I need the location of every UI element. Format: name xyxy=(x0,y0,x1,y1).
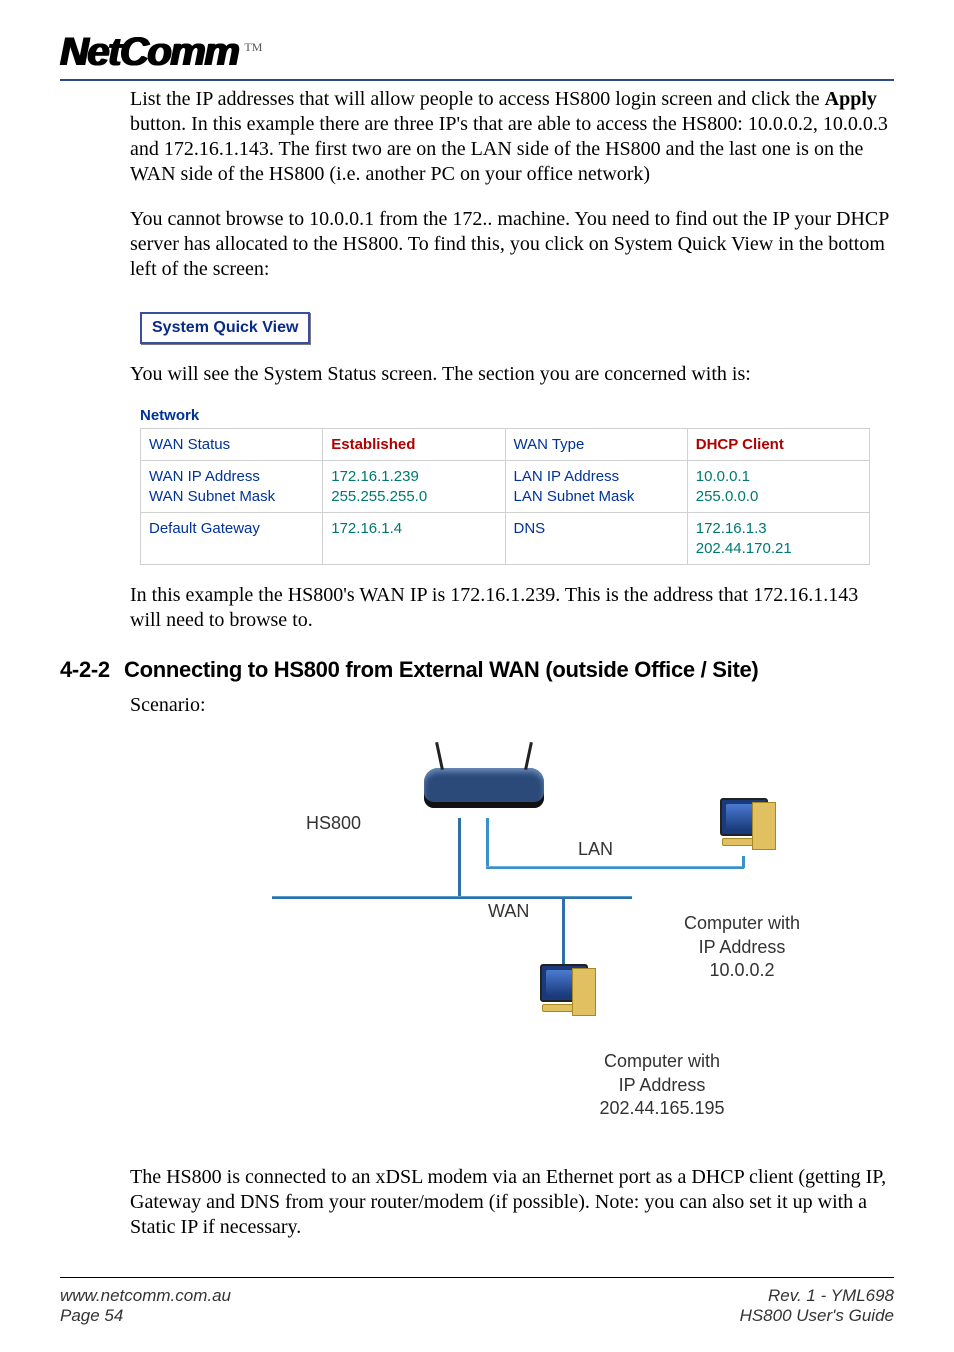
p1-part-b: button. In this example there are three … xyxy=(130,113,888,185)
lan-line-h xyxy=(486,866,744,869)
wan-type-label: WAN Type xyxy=(505,428,687,461)
lan-label: LAN xyxy=(578,838,613,861)
footer-rev: Rev. 1 - YML698 xyxy=(740,1286,894,1306)
router-icon xyxy=(424,768,544,828)
wan-line-v1 xyxy=(458,818,461,898)
brand-logo: NetComm TM xyxy=(60,30,894,75)
paragraph-2: You cannot browse to 10.0.0.1 from the 1… xyxy=(130,207,894,282)
logo-text: NetComm xyxy=(60,30,238,75)
section-number: 4-2-2 xyxy=(60,657,124,683)
computer-icon xyxy=(532,964,592,1012)
network-diagram: HS800 LAN WAN Computer with IP Address xyxy=(130,738,894,1145)
section-title: Connecting to HS800 from External WAN (o… xyxy=(124,657,758,682)
footer-url: www.netcomm.com.au xyxy=(60,1286,231,1306)
paragraph-6: The HS800 is connected to an xDSL modem … xyxy=(130,1165,894,1240)
footer-page: Page 54 xyxy=(60,1306,231,1326)
footer-rule xyxy=(60,1277,894,1278)
p1-part-a: List the IP addresses that will allow pe… xyxy=(130,88,825,110)
table-row: Default Gateway 172.16.1.4 DNS 172.16.1.… xyxy=(141,513,870,565)
computer-top-label: Computer with IP Address 10.0.0.2 xyxy=(652,912,832,982)
lan-ip-values: 10.0.0.1 255.0.0.0 xyxy=(687,461,869,513)
wan-line-h xyxy=(272,896,632,899)
gateway-label: Default Gateway xyxy=(141,513,323,565)
wan-status-label: WAN Status xyxy=(141,428,323,461)
header-rule xyxy=(60,79,894,81)
page-footer: www.netcomm.com.au Page 54 Rev. 1 - YML6… xyxy=(60,1286,894,1326)
table-row: WAN Status Established WAN Type DHCP Cli… xyxy=(141,428,870,461)
wan-line-v2 xyxy=(562,899,565,973)
logo-tm: TM xyxy=(244,40,262,55)
network-title: Network xyxy=(140,407,870,426)
wan-status-value: Established xyxy=(323,428,505,461)
dns-values: 172.16.1.3 202.44.170.21 xyxy=(687,513,869,565)
wan-type-value: DHCP Client xyxy=(687,428,869,461)
lan-line-v xyxy=(486,818,489,868)
wan-ip-labels: WAN IP Address WAN Subnet Mask xyxy=(141,461,323,513)
lan-line-pc xyxy=(742,856,745,868)
paragraph-3: You will see the System Status screen. T… xyxy=(130,362,894,387)
network-table: WAN Status Established WAN Type DHCP Cli… xyxy=(140,428,870,566)
system-quick-view-button[interactable]: System Quick View xyxy=(140,312,310,344)
wan-label: WAN xyxy=(488,900,529,923)
paragraph-1: List the IP addresses that will allow pe… xyxy=(130,87,894,187)
gateway-value: 172.16.1.4 xyxy=(323,513,505,565)
lan-ip-labels: LAN IP Address LAN Subnet Mask xyxy=(505,461,687,513)
wan-ip-values: 172.16.1.239 255.255.255.0 xyxy=(323,461,505,513)
network-status-panel: Network WAN Status Established WAN Type … xyxy=(140,407,870,565)
table-row: WAN IP Address WAN Subnet Mask 172.16.1.… xyxy=(141,461,870,513)
section-heading: 4-2-2Connecting to HS800 from External W… xyxy=(60,657,894,683)
paragraph-5: Scenario: xyxy=(130,693,894,718)
computer-bottom-label: Computer with IP Address 202.44.165.195 xyxy=(562,1050,762,1120)
router-label: HS800 xyxy=(306,812,361,835)
computer-icon xyxy=(712,798,772,846)
paragraph-4: In this example the HS800's WAN IP is 17… xyxy=(130,583,894,633)
footer-guide: HS800 User's Guide xyxy=(740,1306,894,1326)
dns-label: DNS xyxy=(505,513,687,565)
p1-bold-apply: Apply xyxy=(825,88,877,110)
